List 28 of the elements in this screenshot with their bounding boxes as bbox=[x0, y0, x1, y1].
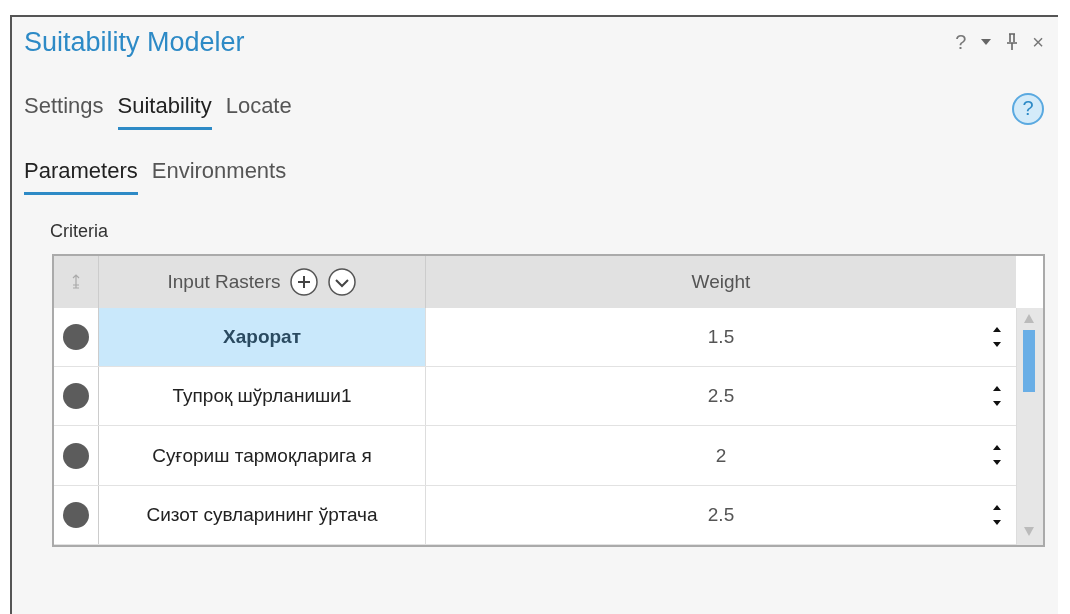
close-button[interactable]: × bbox=[1032, 30, 1044, 54]
column-header: Input Rasters bbox=[167, 270, 281, 293]
tab[interactable]: Settings bbox=[24, 87, 104, 130]
section-label: Criteria bbox=[50, 221, 109, 242]
tab[interactable]: Environments bbox=[151, 152, 287, 195]
status-dot bbox=[63, 383, 89, 410]
scrollbar[interactable] bbox=[1016, 308, 1043, 545]
chevron-down-icon[interactable] bbox=[326, 266, 357, 297]
pin-icon[interactable] bbox=[1006, 33, 1019, 51]
add-icon[interactable] bbox=[288, 266, 319, 297]
window-title: Suitability Modeler bbox=[24, 26, 245, 58]
weight-value[interactable]: 2.5 bbox=[707, 503, 735, 526]
table-cell[interactable]: Харорат bbox=[99, 307, 426, 367]
tab[interactable]: Parameters bbox=[24, 152, 138, 195]
table-cell[interactable]: Суғориш тармоқларига я bbox=[99, 426, 426, 485]
status-dot bbox=[63, 323, 89, 350]
table-cell[interactable]: Сизот сувларининг ўртача bbox=[99, 485, 426, 544]
tab[interactable]: Suitability bbox=[117, 87, 212, 130]
tab[interactable]: Locate bbox=[225, 87, 292, 130]
weight-value[interactable]: 2.5 bbox=[707, 385, 735, 408]
column-header: Weight bbox=[691, 270, 751, 293]
table-cell[interactable]: Тупроқ шўрланиши1 bbox=[99, 367, 426, 426]
status-dot bbox=[63, 501, 89, 528]
help-button[interactable]: ? bbox=[955, 30, 967, 54]
weight-value[interactable]: 1.5 bbox=[707, 325, 735, 348]
caret-icon[interactable] bbox=[980, 38, 993, 46]
status-dot bbox=[63, 442, 89, 469]
weight-value[interactable]: 2 bbox=[715, 444, 727, 467]
